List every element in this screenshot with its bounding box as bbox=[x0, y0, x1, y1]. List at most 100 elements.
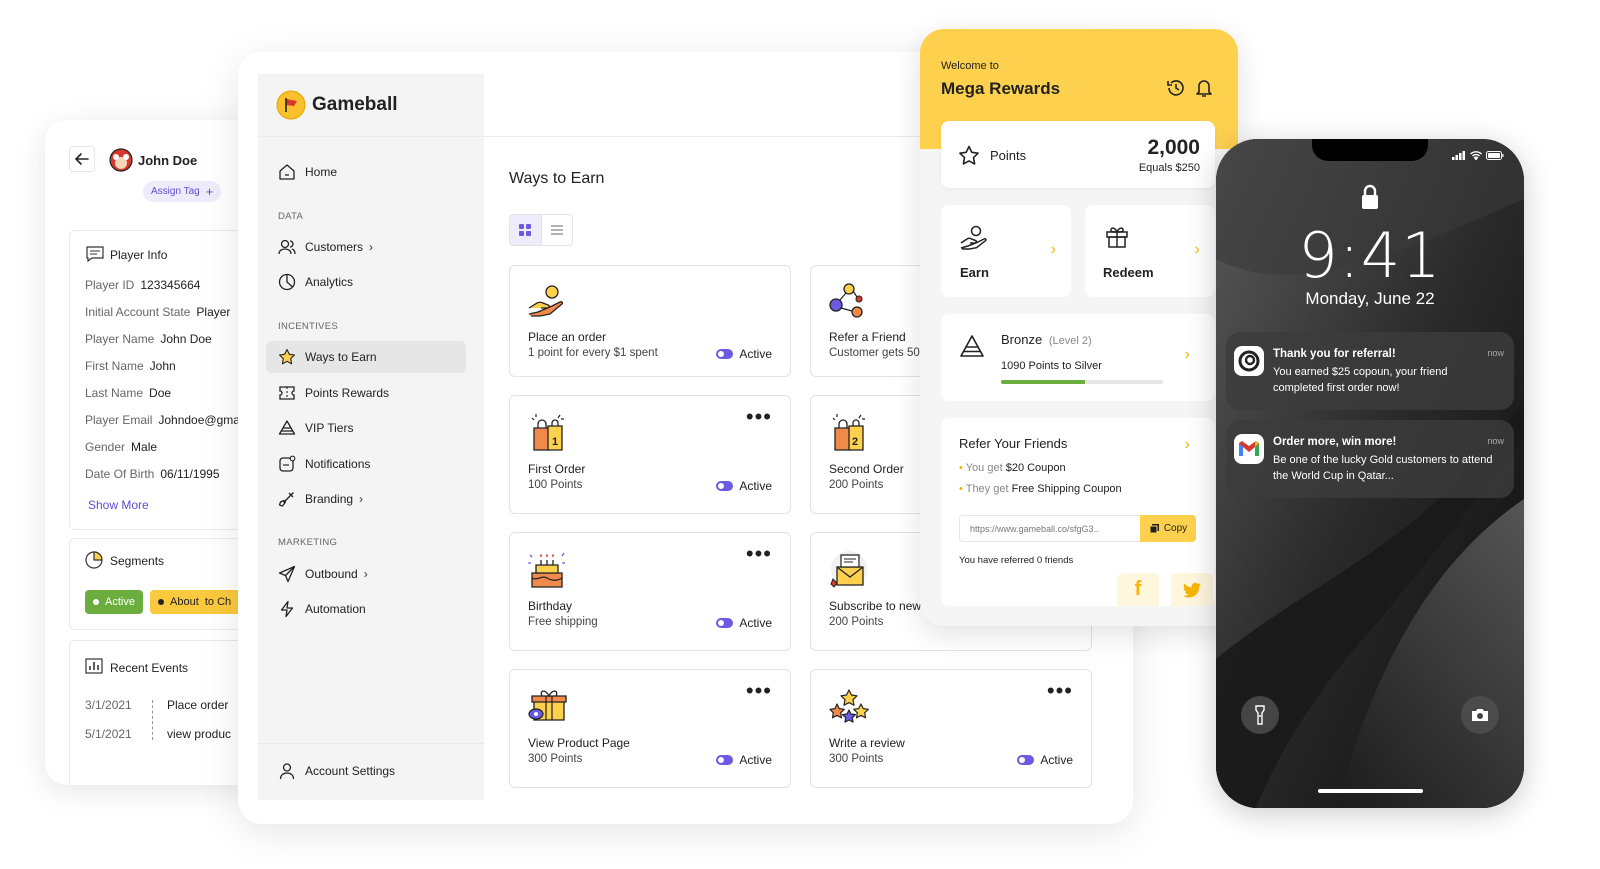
points-card[interactable]: Points 2,000 Equals $250 bbox=[941, 121, 1215, 188]
facebook-share-button[interactable]: f bbox=[1117, 573, 1159, 606]
event-name: view produc bbox=[167, 727, 232, 741]
sidebar-item-account-settings[interactable]: Account Settings bbox=[266, 755, 466, 787]
bell-icon[interactable] bbox=[1195, 78, 1213, 98]
active-label: Active bbox=[739, 347, 772, 361]
player-field-label: Last Name bbox=[85, 386, 144, 400]
points-equals: Equals $250 bbox=[1138, 162, 1200, 174]
player-field-row: Initial Account State Player bbox=[85, 305, 230, 319]
sidebar-label: Outbound bbox=[305, 567, 358, 581]
program-name: Mega Rewards bbox=[941, 79, 1061, 98]
notification-time: now bbox=[1487, 348, 1504, 358]
more-options-icon[interactable]: ••• bbox=[746, 680, 772, 702]
sidebar-item-points-rewards[interactable]: Points Rewards bbox=[266, 377, 466, 409]
sidebar-item-automation[interactable]: Automation bbox=[266, 593, 466, 625]
back-button[interactable] bbox=[69, 146, 95, 172]
they-get-label: They get bbox=[965, 483, 1009, 495]
chevron-right-icon[interactable]: › bbox=[1185, 436, 1190, 454]
more-options-icon[interactable]: ••• bbox=[746, 543, 772, 565]
earn-card-place-order[interactable]: Place an order 1 point for every $1 spen… bbox=[509, 265, 791, 377]
sidebar-item-branding[interactable]: Branding › bbox=[266, 483, 466, 515]
sidebar-label: Automation bbox=[305, 602, 366, 616]
notification-referral[interactable]: Thank you for referral! now You earned $… bbox=[1226, 332, 1514, 410]
event-name: Place order bbox=[167, 698, 229, 712]
sidebar-item-home[interactable]: Home bbox=[266, 156, 466, 188]
player-field-label: Initial Account State bbox=[85, 305, 191, 319]
users-icon bbox=[278, 239, 296, 255]
sidebar-section-incentives: INCENTIVES bbox=[278, 321, 339, 332]
show-more-link[interactable]: Show More bbox=[88, 498, 149, 512]
player-field-row: Date Of Birth 06/11/1995 bbox=[85, 467, 220, 481]
sidebar-item-ways-to-earn[interactable]: Ways to Earn bbox=[266, 341, 466, 373]
points-label: Points bbox=[990, 148, 1027, 163]
analytics-pie-icon bbox=[278, 273, 296, 291]
assign-tag-button[interactable]: Assign Tag + bbox=[143, 181, 222, 202]
earn-card-write-review[interactable]: ••• Write a review 300 Points Active bbox=[810, 669, 1092, 788]
active-status[interactable]: Active bbox=[716, 347, 772, 361]
notification-gmail[interactable]: Order more, win more! now Be one of the … bbox=[1226, 420, 1514, 498]
sidebar-item-notifications[interactable]: Notifications bbox=[266, 448, 466, 480]
shopping-bag-2-icon: 2 bbox=[832, 414, 865, 451]
card-title: Place an order bbox=[528, 330, 607, 344]
card-subtitle: 200 Points bbox=[829, 616, 884, 628]
active-status[interactable]: Active bbox=[716, 753, 772, 767]
earn-card-view-product[interactable]: ••• View Product Page 300 Points Active bbox=[509, 669, 791, 788]
toggle-switch[interactable] bbox=[1017, 755, 1035, 765]
twitter-share-button[interactable] bbox=[1171, 573, 1213, 606]
sidebar-item-outbound[interactable]: Outbound › bbox=[266, 558, 466, 590]
segment-label: Active bbox=[105, 596, 135, 608]
list-view-button[interactable] bbox=[540, 215, 572, 245]
card-subtitle: 300 Points bbox=[829, 753, 884, 765]
referral-link: https://www.gameball.co/sfgG3.. bbox=[970, 523, 1099, 534]
lock-date: Monday, June 22 bbox=[1305, 289, 1435, 308]
you-get-value: $20 Coupon bbox=[1005, 462, 1066, 474]
redeem-button[interactable]: Redeem › bbox=[1085, 205, 1215, 297]
gift-icon bbox=[1106, 227, 1128, 248]
recent-events-title: Recent Events bbox=[110, 661, 189, 675]
flashlight-button[interactable] bbox=[1241, 696, 1279, 734]
send-icon bbox=[278, 565, 296, 583]
sidebar-label: Notifications bbox=[305, 457, 371, 471]
toggle-switch[interactable] bbox=[716, 481, 734, 491]
card-subtitle: 200 Points bbox=[829, 479, 884, 491]
toggle-switch[interactable] bbox=[716, 618, 734, 628]
copy-label: Copy bbox=[1163, 523, 1188, 534]
referral-link-field[interactable]: https://www.gameball.co/sfgG3.. bbox=[959, 515, 1140, 542]
tiers-pyramid-icon bbox=[278, 420, 296, 435]
home-indicator[interactable] bbox=[1318, 789, 1423, 793]
segment-badge-active[interactable]: Active bbox=[85, 590, 143, 614]
copy-button[interactable]: Copy bbox=[1140, 515, 1196, 542]
camera-button[interactable] bbox=[1461, 696, 1499, 734]
toggle-switch[interactable] bbox=[716, 755, 734, 765]
earn-button[interactable]: Earn › bbox=[941, 205, 1071, 297]
sidebar-item-analytics[interactable]: Analytics bbox=[266, 266, 466, 298]
earn-card-birthday[interactable]: ••• Birthday Free shipping Active bbox=[509, 532, 791, 651]
toggle-switch[interactable] bbox=[716, 349, 734, 359]
sidebar-item-customers[interactable]: Customers › bbox=[266, 231, 466, 263]
earn-card-first-order[interactable]: 1 ••• First Order 100 Points Active bbox=[509, 395, 791, 514]
active-status[interactable]: Active bbox=[716, 479, 772, 493]
gameball-logo-icon bbox=[276, 90, 306, 120]
chevron-right-icon: › bbox=[363, 567, 368, 581]
player-field-row: Player ID 123345664 bbox=[85, 278, 200, 292]
chevron-right-icon: › bbox=[359, 492, 364, 506]
player-info-title: Player Info bbox=[110, 248, 168, 262]
user-icon bbox=[279, 763, 295, 780]
more-options-icon[interactable]: ••• bbox=[746, 406, 772, 428]
active-status[interactable]: Active bbox=[1017, 753, 1073, 767]
history-icon[interactable] bbox=[1166, 78, 1186, 98]
sidebar-section-data: DATA bbox=[278, 211, 304, 222]
chevron-right-icon: › bbox=[1050, 241, 1056, 258]
active-status[interactable]: Active bbox=[716, 616, 772, 630]
card-title: First Order bbox=[528, 462, 586, 476]
card-subtitle: 300 Points bbox=[528, 753, 583, 765]
battery-icon bbox=[1486, 151, 1504, 160]
grid-view-button[interactable] bbox=[510, 215, 541, 245]
tier-pyramid-icon bbox=[960, 335, 984, 357]
player-name: John Doe bbox=[138, 153, 198, 168]
sidebar-item-vip-tiers[interactable]: VIP Tiers bbox=[266, 412, 466, 444]
more-options-icon[interactable]: ••• bbox=[1047, 680, 1073, 702]
pie-chart-icon bbox=[85, 551, 103, 569]
lock-icon bbox=[1362, 184, 1378, 209]
segments-title: Segments bbox=[110, 554, 165, 568]
tier-card[interactable]: Bronze (Level 2) 1090 Points to Silver › bbox=[941, 314, 1215, 401]
